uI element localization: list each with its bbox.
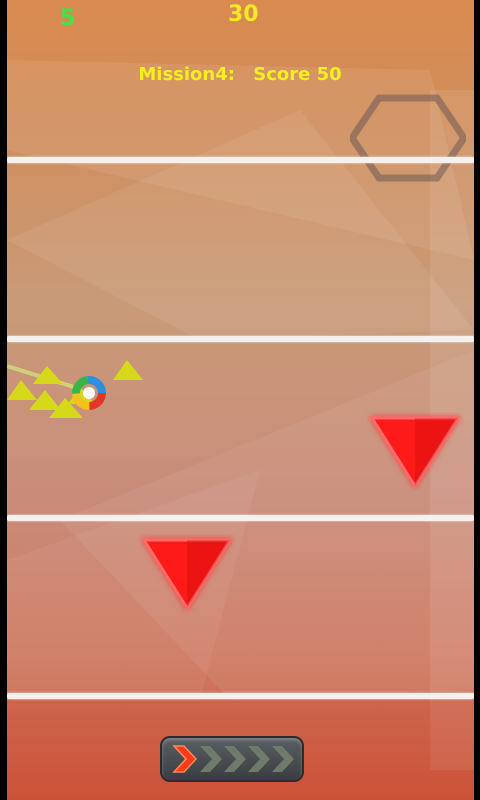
chevron-right-icon xyxy=(248,746,270,772)
lives-counter: 5 xyxy=(60,6,76,31)
game-scene[interactable]: 5 30 Mission4: Score 50 xyxy=(0,0,480,800)
mission-banner: Mission4: Score 50 xyxy=(0,64,480,85)
timer-counter: 30 xyxy=(228,2,259,27)
rainbow-ring-ball-icon[interactable] xyxy=(70,374,108,412)
red-triangle-spike-icon xyxy=(369,416,461,489)
chevron-right-icon xyxy=(172,745,198,773)
red-triangle-spike-icon xyxy=(141,538,233,611)
lane-line xyxy=(7,336,474,342)
lane-line xyxy=(7,693,474,699)
score-label: Score 50 xyxy=(253,64,342,85)
chevron-right-icon xyxy=(272,746,294,772)
screen-edge xyxy=(474,0,480,800)
mission-label: Mission4: xyxy=(138,64,235,85)
lane-line xyxy=(7,157,474,163)
boost-button[interactable] xyxy=(160,736,304,782)
chevron-right-icon xyxy=(224,746,246,772)
hexagon-icon[interactable] xyxy=(350,94,466,182)
screen-edge xyxy=(0,0,7,800)
chevron-right-icon xyxy=(200,746,222,772)
lane-line xyxy=(7,515,474,521)
